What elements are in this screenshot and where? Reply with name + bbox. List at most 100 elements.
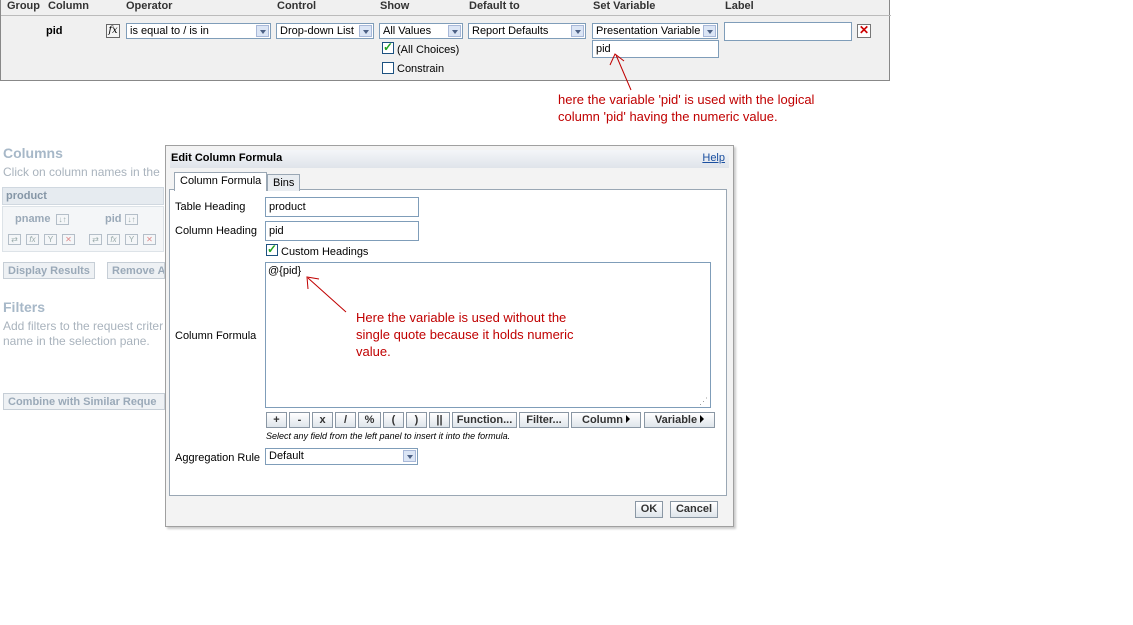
filter-icon[interactable]: Y: [44, 234, 57, 245]
all-choices-label: (All Choices): [397, 44, 460, 56]
plus-button[interactable]: +: [266, 412, 287, 428]
constrain-label: Constrain: [397, 63, 445, 75]
column-heading-label: Column Heading: [175, 225, 257, 237]
help-link[interactable]: Help: [702, 152, 725, 164]
annotation-top-line1: here the variable 'pid' is used with the…: [558, 92, 815, 107]
dialog-title: Edit Column Formula: [171, 152, 283, 164]
tab-bins[interactable]: Bins: [267, 174, 301, 191]
delete-column-icon[interactable]: ✕: [62, 234, 75, 245]
header-show: Show: [380, 0, 410, 12]
formula-hint: Select any field from the left panel to …: [266, 431, 511, 441]
chevron-down-icon: [448, 25, 461, 37]
divide-button[interactable]: /: [335, 412, 356, 428]
multiply-button[interactable]: x: [312, 412, 333, 428]
table-heading-input[interactable]: product: [265, 197, 419, 217]
caret-right-icon: [700, 415, 705, 423]
caret-right-icon: [625, 415, 630, 423]
column-heading-input[interactable]: pid: [265, 221, 419, 241]
filters-hint-1: Add filters to the request criter: [3, 319, 164, 333]
open-paren-button[interactable]: (: [383, 412, 404, 428]
column-props-icon[interactable]: ⇄: [8, 234, 21, 245]
delete-icon[interactable]: ✕: [857, 24, 871, 38]
filters-heading: Filters: [3, 299, 46, 315]
table-heading-label: Table Heading: [175, 201, 246, 213]
annotation-formula: Here the variable is used without the si…: [356, 309, 574, 360]
chevron-down-icon: [703, 25, 716, 37]
all-choices-checkbox[interactable]: [382, 40, 394, 54]
annotation-arrow-formula: [306, 276, 347, 313]
combine-button[interactable]: Combine with Similar Reque: [3, 393, 165, 410]
columns-heading: Columns: [3, 145, 63, 161]
default-to-value: Report Defaults: [472, 25, 549, 37]
minus-button[interactable]: -: [289, 412, 310, 428]
filters-hint-2: name in the selection pane.: [3, 334, 150, 348]
set-variable-select[interactable]: Presentation Variable: [592, 23, 718, 39]
chevron-down-icon: [571, 25, 584, 37]
aggregation-rule-select[interactable]: Default: [265, 448, 418, 465]
resize-grip-icon[interactable]: ⋰: [699, 396, 708, 407]
annotation-formula-line3: value.: [356, 344, 391, 359]
annotation-formula-line2: single quote because it holds numeric: [356, 327, 574, 342]
label-input[interactable]: [724, 22, 852, 41]
custom-headings-checkbox[interactable]: [266, 242, 278, 256]
table-product-header: product: [2, 187, 164, 205]
aggregation-rule-value: Default: [269, 450, 304, 462]
filter-icon[interactable]: Y: [125, 234, 138, 245]
header-control: Control: [277, 0, 317, 12]
header-operator: Operator: [126, 0, 173, 12]
variable-menu-label: Variable: [654, 414, 698, 426]
operator-value: is equal to / is in: [130, 25, 209, 37]
constrain-checkbox[interactable]: [382, 62, 394, 74]
column-menu-label: Column: [582, 414, 623, 426]
column-pname[interactable]: pname: [15, 213, 50, 225]
annotation-top-line2: column 'pid' having the numeric value.: [558, 109, 778, 124]
function-button[interactable]: Function...: [452, 412, 517, 428]
control-value: Drop-down List: [280, 25, 354, 37]
sort-icon[interactable]: ↓↑: [125, 214, 138, 225]
annotation-top: here the variable 'pid' is used with the…: [558, 91, 814, 125]
show-select[interactable]: All Values: [379, 23, 463, 39]
operator-select[interactable]: is equal to / is in: [126, 23, 271, 39]
column-props-icon[interactable]: ⇄: [89, 234, 102, 245]
column-menu-button[interactable]: Column: [571, 412, 641, 428]
set-variable-value: Presentation Variable: [596, 25, 701, 37]
display-results-button[interactable]: Display Results: [3, 262, 95, 279]
show-value: All Values: [383, 25, 432, 37]
columns-hint: Click on column names in the: [3, 165, 160, 179]
remove-all-button[interactable]: Remove A: [107, 262, 165, 279]
default-to-select[interactable]: Report Defaults: [468, 23, 586, 39]
row-column-name: pid: [46, 25, 63, 37]
formula-icon[interactable]: fx: [107, 234, 120, 245]
aggregation-rule-label: Aggregation Rule: [175, 452, 261, 464]
tab-column-formula[interactable]: Column Formula: [174, 172, 268, 191]
prompt-table: Group Column Operator Control Show Defau…: [0, 0, 891, 81]
chevron-down-icon: [403, 450, 416, 462]
chevron-down-icon: [359, 25, 372, 37]
column-area: pname ↓↑ pid ↓↑ ⇄ fx Y ✕ ⇄ fx Y ✕: [2, 206, 164, 252]
header-set-variable: Set Variable: [593, 0, 656, 12]
variable-menu-button[interactable]: Variable: [644, 412, 715, 428]
formula-text: @{pid}: [268, 265, 302, 277]
header-label: Label: [725, 0, 754, 12]
sort-icon[interactable]: ↓↑: [56, 214, 69, 225]
header-column: Column: [48, 0, 89, 12]
close-paren-button[interactable]: ): [406, 412, 427, 428]
filter-button[interactable]: Filter...: [519, 412, 569, 428]
percent-button[interactable]: %: [358, 412, 381, 428]
delete-column-icon[interactable]: ✕: [143, 234, 156, 245]
custom-headings-label: Custom Headings: [281, 246, 369, 258]
header-default-to: Default to: [469, 0, 520, 12]
cancel-button[interactable]: Cancel: [670, 501, 718, 518]
header-divider: [1, 15, 891, 16]
formula-icon[interactable]: fx: [26, 234, 39, 245]
edit-formula-icon[interactable]: fx: [106, 24, 120, 38]
dialog-titlebar: Edit Column Formula Help: [170, 150, 729, 168]
annotation-arrow-top: [609, 53, 632, 91]
header-group: Group: [7, 0, 40, 12]
column-pid[interactable]: pid: [105, 213, 122, 225]
concat-button[interactable]: ||: [429, 412, 450, 428]
annotation-formula-line1: Here the variable is used without the: [356, 310, 567, 325]
column-formula-label: Column Formula: [175, 330, 257, 342]
control-select[interactable]: Drop-down List: [276, 23, 374, 39]
ok-button[interactable]: OK: [635, 501, 663, 518]
